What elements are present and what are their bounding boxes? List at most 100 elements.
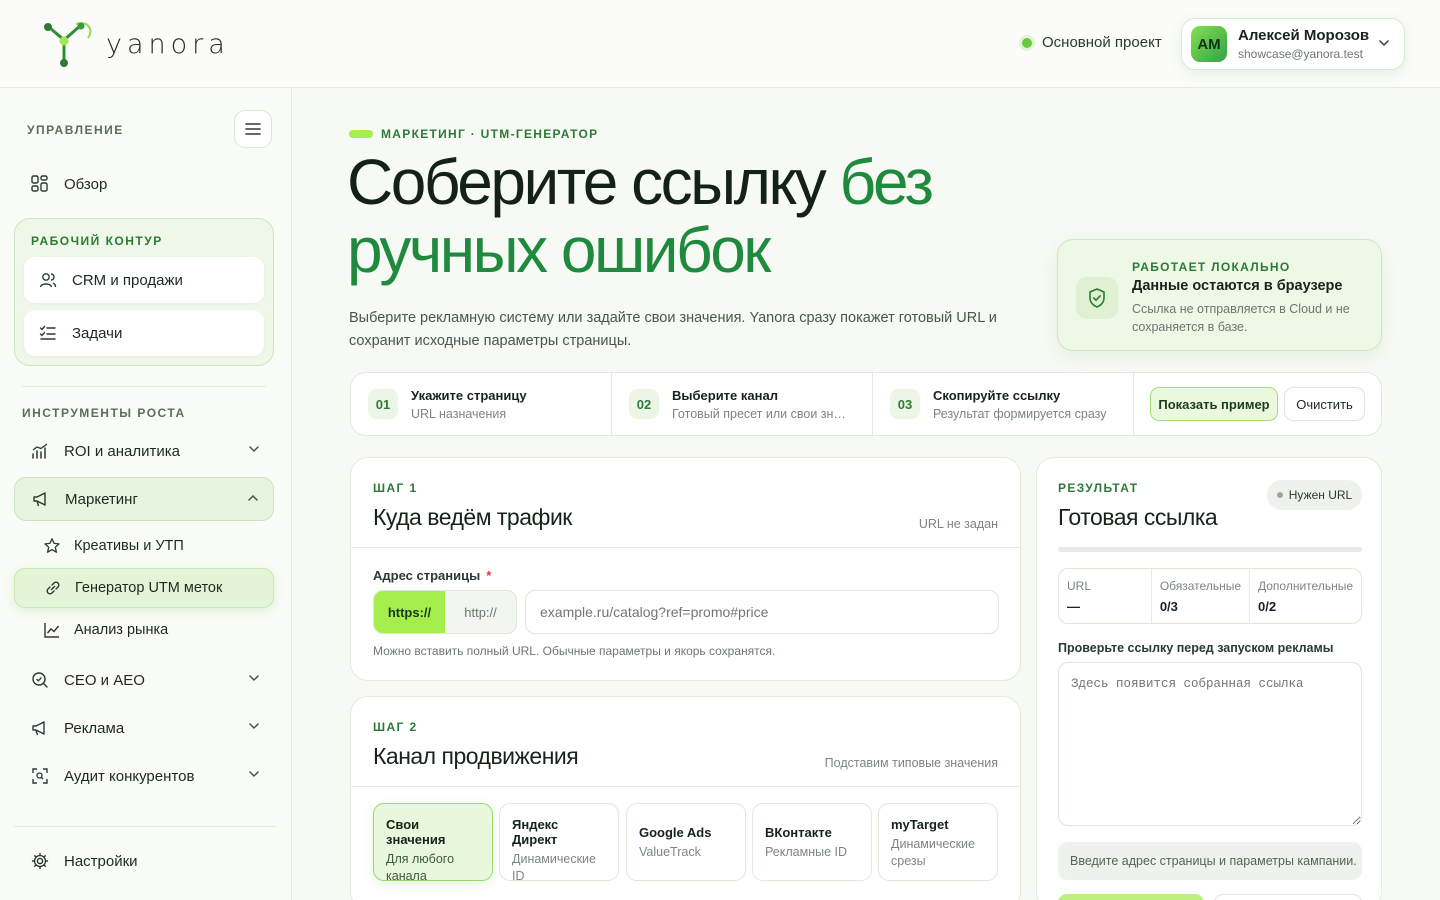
- status-dot: [1276, 492, 1283, 498]
- steps-bar: 01 Укажите страницу URL назначения 02 Выб…: [350, 372, 1382, 436]
- stat-url: URL —: [1059, 569, 1152, 623]
- page-description: Выберите рекламную систему или задайте с…: [349, 310, 997, 349]
- sidebar-item-competitor-audit[interactable]: Аудит конкурентов: [14, 754, 274, 798]
- sidebar-subitem-utm-generator[interactable]: Генератор UTM меток: [14, 568, 274, 608]
- stat-required: Обязательные 0/3: [1152, 569, 1250, 623]
- url-field-label: Адрес страницы *: [373, 568, 491, 583]
- stat-value: —: [1067, 599, 1080, 614]
- sidebar-item-crm[interactable]: CRM и продажи: [24, 257, 264, 303]
- channel-name: ВКонтакте: [765, 825, 832, 840]
- secondary-action-button[interactable]: [1214, 894, 1362, 900]
- user-name: Алексей Морозов: [1238, 27, 1370, 44]
- chevron-down-icon: [249, 723, 259, 730]
- page-eyebrow: МАРКЕТИНГ · UTM-ГЕНЕРАТОР: [349, 127, 598, 141]
- protocol-http[interactable]: http://: [445, 591, 516, 633]
- step2-card: ШАГ 2 Канал продвижения Подставим типовы…: [350, 696, 1021, 900]
- result-title: Готовая ссылка: [1058, 504, 1218, 530]
- project-name: Основной проект: [1042, 34, 1162, 51]
- channel-name: Свои значения: [386, 817, 446, 847]
- step-separator: [1133, 373, 1134, 435]
- gear-icon: [30, 851, 50, 871]
- channel-name: Google Ads: [639, 825, 712, 840]
- sidebar-subitem-market-analysis[interactable]: Анализ рынка: [14, 610, 274, 650]
- checklist-icon: [38, 323, 58, 343]
- stat-label: URL: [1067, 579, 1092, 593]
- scan-icon: [30, 766, 50, 786]
- top-bar: yanora Основной проект АМ Алексей Морозо…: [0, 0, 1440, 88]
- chevron-down-icon: [249, 675, 259, 682]
- step-separator: [611, 373, 612, 435]
- user-menu[interactable]: АМ Алексей Морозов showcase@yanora.test: [1181, 18, 1405, 70]
- workzone-title: РАБОЧИЙ КОНТУР: [31, 234, 163, 248]
- page-title: Соберите ссылку без ручных ошибок: [347, 148, 1047, 284]
- step-item: 03 Скопируйте ссылку Результат формируетс…: [890, 373, 1113, 435]
- line-chart-icon: [42, 620, 62, 640]
- sidebar-item-label: Креативы и УТП: [74, 538, 184, 554]
- step-text: Выберите канал Готовый пресет или свои зн…: [672, 388, 852, 421]
- chevron-down-icon: [1379, 40, 1389, 47]
- step-item: 02 Выберите канал Готовый пресет или свои…: [629, 373, 852, 435]
- step1-title: Куда ведём трафик: [373, 504, 572, 530]
- step2-note: Подставим типовые значения: [824, 756, 998, 770]
- sidebar-item-label: Маркетинг: [65, 490, 138, 508]
- channel-google-ads[interactable]: Google Ads ValueTrack: [626, 803, 746, 881]
- show-example-button[interactable]: Показать пример: [1150, 387, 1278, 421]
- sidebar-item-roi[interactable]: ROI и аналитика: [14, 429, 274, 473]
- sidebar-item-label: ROI и аналитика: [64, 442, 180, 460]
- card-divider: [351, 547, 1020, 548]
- sidebar-item-tasks[interactable]: Задачи: [24, 310, 264, 356]
- project-status-dot: [1022, 37, 1032, 48]
- star-icon: [42, 536, 62, 556]
- channel-desc: Динамические ID: [512, 852, 596, 883]
- logo[interactable]: yanora: [40, 18, 230, 70]
- step-number: 01: [368, 389, 398, 419]
- workzone-group: РАБОЧИЙ КОНТУР CRM и продажи Задачи: [14, 218, 274, 366]
- step-title: Выберите канал: [672, 387, 778, 403]
- shield-check-icon: [1076, 277, 1118, 319]
- channel-desc: Рекламные ID: [765, 845, 848, 859]
- sidebar-item-marketing[interactable]: Маркетинг: [14, 477, 274, 521]
- sidebar-item-seo[interactable]: СЕО и АЕО: [14, 658, 274, 702]
- channel-custom[interactable]: Свои значения Для любого канала: [373, 803, 493, 883]
- step-desc: URL назначения: [411, 406, 507, 421]
- megaphone-icon: [31, 489, 51, 509]
- sidebar-item-label: Анализ рынка: [74, 622, 169, 638]
- channel-yandex-direct[interactable]: Яндекс Директ Динамические ID: [499, 803, 619, 883]
- eyebrow-accent: [349, 130, 373, 138]
- step1-card: ШАГ 1 Куда ведём трафик URL не задан Адр…: [350, 457, 1021, 681]
- local-description: Ссылка не отправляется в Cloud и не сохр…: [1132, 302, 1350, 334]
- stat-optional: Дополнительные 0/2: [1250, 569, 1361, 623]
- sidebar-item-settings[interactable]: Настройки: [14, 839, 274, 883]
- step2-label: ШАГ 2: [373, 720, 418, 734]
- copy-link-button[interactable]: [1058, 894, 1204, 900]
- status-badge-text: Нужен URL: [1288, 488, 1353, 502]
- step-number: 03: [890, 389, 920, 419]
- channel-vk[interactable]: ВКонтакте Рекламные ID: [752, 803, 872, 881]
- step-title: Укажите страницу: [411, 387, 527, 403]
- user-info: Алексей Морозов showcase@yanora.test: [1238, 27, 1369, 61]
- protocol-https[interactable]: https://: [374, 591, 445, 633]
- stat-value: 0/3: [1159, 599, 1178, 614]
- link-icon: [43, 578, 63, 598]
- project-selector[interactable]: Основной проект: [1022, 34, 1162, 51]
- menu-toggle-button[interactable]: [234, 110, 272, 148]
- card-divider: [351, 786, 1020, 787]
- completion-progress: [1058, 547, 1362, 552]
- result-link-textarea[interactable]: [1058, 662, 1362, 826]
- grid-icon: [30, 174, 50, 194]
- sidebar-item-overview[interactable]: Обзор: [14, 162, 274, 206]
- step-desc: Готовый пресет или свои значения: [672, 406, 852, 421]
- sidebar-item-label: СЕО и АЕО: [64, 671, 145, 689]
- sidebar-subitem-creatives[interactable]: Креативы и УТП: [14, 526, 274, 566]
- sidebar-item-ads[interactable]: Реклама: [14, 706, 274, 750]
- sidebar-item-label: CRM и продажи: [72, 271, 183, 289]
- result-label: РЕЗУЛЬТАТ: [1058, 481, 1139, 495]
- url-hint: Можно вставить полный URL. Обычные парам…: [373, 644, 776, 658]
- step-separator: [872, 373, 873, 435]
- clear-button[interactable]: Очистить: [1284, 387, 1365, 421]
- url-input[interactable]: [525, 590, 999, 634]
- eyebrow-text: МАРКЕТИНГ · UTM-ГЕНЕРАТОР: [381, 127, 599, 141]
- sidebar-item-label: Задачи: [72, 324, 123, 342]
- channel-mytarget[interactable]: myTarget Динамические срезы: [878, 803, 998, 881]
- result-card: РЕЗУЛЬТАТ Нужен URL Готовая ссылка URL — …: [1036, 457, 1382, 900]
